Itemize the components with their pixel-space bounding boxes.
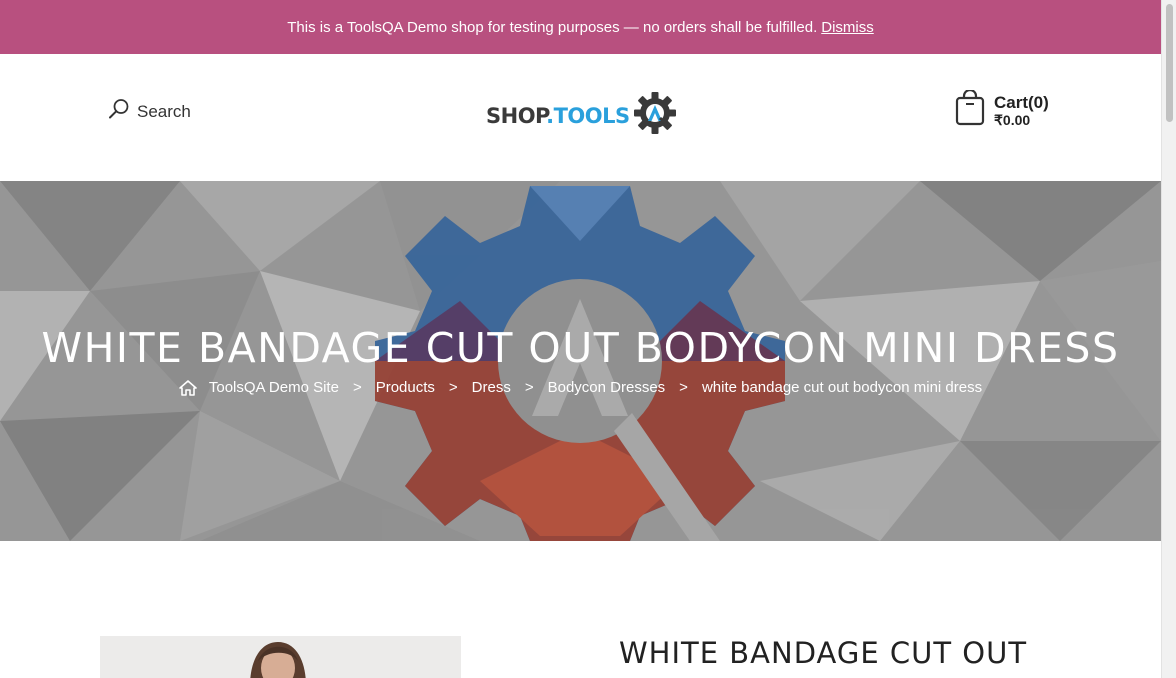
page: This is a ToolsQA Demo shop for testing …: [0, 0, 1161, 678]
site-header: Search SHOP.TOOLS Cart(0) ₹0.00: [0, 54, 1161, 181]
cart-link[interactable]: Cart(0) ₹0.00: [954, 88, 1049, 131]
page-scrollbar[interactable]: [1161, 0, 1176, 678]
home-icon[interactable]: [179, 379, 197, 396]
dismiss-link[interactable]: Dismiss: [821, 19, 874, 36]
breadcrumb-current-page: white bandage cut out bodycon mini dress: [701, 379, 983, 396]
product-image[interactable]: [100, 636, 461, 678]
breadcrumb-dress-link[interactable]: Dress: [472, 379, 511, 396]
scrollbar-thumb[interactable]: [1166, 4, 1173, 122]
shopping-bag-icon: [954, 88, 986, 131]
page-title: WHITE BANDAGE CUT OUT BODYCON MINI DRESS: [41, 324, 1120, 372]
breadcrumb-separator: >: [524, 379, 534, 396]
notice-message: This is a ToolsQA Demo shop for testing …: [287, 18, 818, 36]
cart-total: ₹0.00: [994, 112, 1031, 129]
demo-store-notice: This is a ToolsQA Demo shop for testing …: [0, 0, 1161, 54]
breadcrumb-bodycon-dresses-link[interactable]: Bodycon Dresses: [548, 379, 666, 396]
breadcrumb-products-link[interactable]: Products: [376, 379, 435, 396]
cart-summary: Cart(0) ₹0.00: [994, 93, 1049, 129]
search-toggle[interactable]: Search: [108, 98, 191, 125]
cart-label: Cart(0): [994, 92, 1049, 112]
product-title: WHITE BANDAGE CUT OUT: [619, 636, 1028, 670]
logo-text: SHOP.TOOLS: [486, 103, 630, 128]
toolsqa-gear-logo-icon: [632, 90, 678, 141]
search-icon: [108, 98, 130, 125]
page-hero-banner: WHITE BANDAGE CUT OUT BODYCON MINI DRESS…: [0, 181, 1161, 541]
breadcrumb: ToolsQA Demo Site > Products > Dress > B…: [0, 379, 1161, 396]
breadcrumb-home-link[interactable]: ToolsQA Demo Site: [209, 379, 339, 396]
breadcrumb-separator: >: [448, 379, 458, 396]
search-label: Search: [137, 101, 191, 121]
breadcrumb-separator: >: [679, 379, 688, 396]
breadcrumb-separator: >: [352, 379, 362, 396]
site-logo[interactable]: SHOP.TOOLS: [486, 90, 678, 141]
